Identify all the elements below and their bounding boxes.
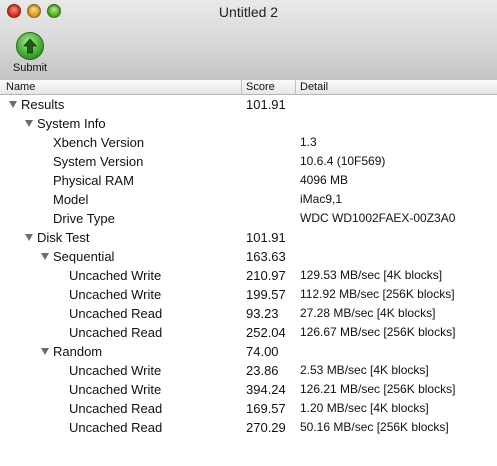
table-row[interactable]: Xbench Version 1.3 bbox=[0, 133, 497, 152]
row-detail: 1.3 bbox=[300, 135, 317, 149]
disclosure-triangle-icon[interactable] bbox=[41, 348, 49, 355]
row-score: 23.86 bbox=[246, 363, 279, 378]
row-name: Model bbox=[53, 192, 89, 207]
row-name: Random bbox=[53, 344, 103, 359]
row-detail: 27.28 MB/sec [4K blocks] bbox=[300, 306, 436, 320]
row-name: Physical RAM bbox=[53, 173, 134, 188]
column-header-name[interactable]: Name bbox=[6, 81, 35, 93]
window-title: Untitled 2 bbox=[218, 4, 279, 20]
row-score: 394.24 bbox=[246, 382, 286, 397]
row-name: System Version bbox=[53, 154, 144, 169]
row-detail: iMac9,1 bbox=[300, 192, 343, 206]
window-chrome: Untitled 2 Submit bbox=[0, 0, 497, 81]
row-name: Uncached Write bbox=[69, 363, 162, 378]
up-arrow-icon bbox=[16, 32, 44, 60]
row-detail: 112.92 MB/sec [256K blocks] bbox=[300, 287, 455, 301]
table-row[interactable]: Drive Type WDC WD1002FAEX-00Z3A0 bbox=[0, 209, 497, 228]
xbench-results-window: Untitled 2 Submit Name Score Detail Resu… bbox=[0, 0, 497, 466]
table-row[interactable]: Disk Test 101.91 bbox=[0, 228, 497, 247]
table-header: Name Score Detail bbox=[0, 80, 497, 95]
table-row[interactable]: System Version 10.6.4 (10F569) bbox=[0, 152, 497, 171]
row-detail: WDC WD1002FAEX-00Z3A0 bbox=[300, 211, 456, 225]
table-row[interactable]: Random 74.00 bbox=[0, 342, 497, 361]
disclosure-triangle-icon[interactable] bbox=[9, 101, 17, 108]
table-row[interactable]: Uncached Write 199.57 112.92 MB/sec [256K … bbox=[0, 285, 497, 304]
table-row[interactable]: Uncached Read 93.23 27.28 MB/sec [4K block… bbox=[0, 304, 497, 323]
disclosure-triangle-icon[interactable] bbox=[25, 120, 33, 127]
submit-button[interactable]: Submit bbox=[8, 32, 52, 76]
results-outline: Results 101.91 System Info Xbench Version 1.… bbox=[0, 95, 497, 437]
row-detail: 2.53 MB/sec [4K blocks] bbox=[300, 363, 429, 377]
table-row[interactable]: Uncached Write 23.86 2.53 MB/sec [4K block… bbox=[0, 361, 497, 380]
table-row[interactable]: Uncached Read 169.57 1.20 MB/sec [4K block… bbox=[0, 399, 497, 418]
row-name: Uncached Read bbox=[69, 401, 163, 416]
row-detail: 129.53 MB/sec [4K blocks] bbox=[300, 268, 443, 282]
row-score: 93.23 bbox=[246, 306, 279, 321]
row-name: Sequential bbox=[53, 249, 115, 264]
row-score: 210.97 bbox=[246, 268, 286, 283]
row-name: Drive Type bbox=[53, 211, 115, 226]
table-row[interactable]: Uncached Write 394.24 126.21 MB/sec [256K … bbox=[0, 380, 497, 399]
table-row[interactable]: Uncached Read 252.04 126.67 MB/sec [256K b… bbox=[0, 323, 497, 342]
row-name: Uncached Read bbox=[69, 325, 163, 340]
row-score: 270.29 bbox=[246, 420, 286, 435]
column-divider[interactable] bbox=[295, 80, 296, 94]
row-name: Xbench Version bbox=[53, 135, 145, 150]
table-row[interactable]: Uncached Write 210.97 129.53 MB/sec [4K bl… bbox=[0, 266, 497, 285]
row-detail: 4096 MB bbox=[300, 173, 349, 187]
column-header-detail[interactable]: Detail bbox=[300, 81, 328, 93]
row-name: Uncached Write bbox=[69, 287, 162, 302]
row-detail: 50.16 MB/sec [256K blocks] bbox=[300, 420, 449, 434]
row-score: 74.00 bbox=[246, 344, 279, 359]
row-score: 199.57 bbox=[246, 287, 286, 302]
table-row[interactable]: Uncached Read 270.29 50.16 MB/sec [256K bl… bbox=[0, 418, 497, 437]
table-row[interactable]: Sequential 163.63 bbox=[0, 247, 497, 266]
column-header-score[interactable]: Score bbox=[246, 81, 275, 93]
table-row[interactable]: Physical RAM 4096 MB bbox=[0, 171, 497, 190]
row-name: Disk Test bbox=[37, 230, 90, 245]
column-divider[interactable] bbox=[241, 80, 242, 94]
row-score: 252.04 bbox=[246, 325, 286, 340]
table-row[interactable]: Model iMac9,1 bbox=[0, 190, 497, 209]
disclosure-triangle-icon[interactable] bbox=[41, 253, 49, 260]
row-name: Uncached Write bbox=[69, 382, 162, 397]
row-score: 169.57 bbox=[246, 401, 286, 416]
table-row[interactable]: Results 101.91 bbox=[0, 95, 497, 114]
row-detail: 126.21 MB/sec [256K blocks] bbox=[300, 382, 456, 396]
row-name: Uncached Read bbox=[69, 420, 163, 435]
submit-label: Submit bbox=[12, 62, 48, 74]
row-name: Uncached Write bbox=[69, 268, 162, 283]
row-name: Results bbox=[21, 97, 65, 112]
row-detail: 1.20 MB/sec [4K blocks] bbox=[300, 401, 429, 415]
row-score: 101.91 bbox=[246, 97, 286, 112]
table-row[interactable]: System Info bbox=[0, 114, 497, 133]
row-detail: 10.6.4 (10F569) bbox=[300, 154, 386, 168]
row-detail: 126.67 MB/sec [256K blocks] bbox=[300, 325, 456, 339]
row-score: 163.63 bbox=[246, 249, 286, 264]
row-name: Uncached Read bbox=[69, 306, 163, 321]
row-name: System Info bbox=[37, 116, 106, 131]
disclosure-triangle-icon[interactable] bbox=[25, 234, 33, 241]
row-score: 101.91 bbox=[246, 230, 286, 245]
